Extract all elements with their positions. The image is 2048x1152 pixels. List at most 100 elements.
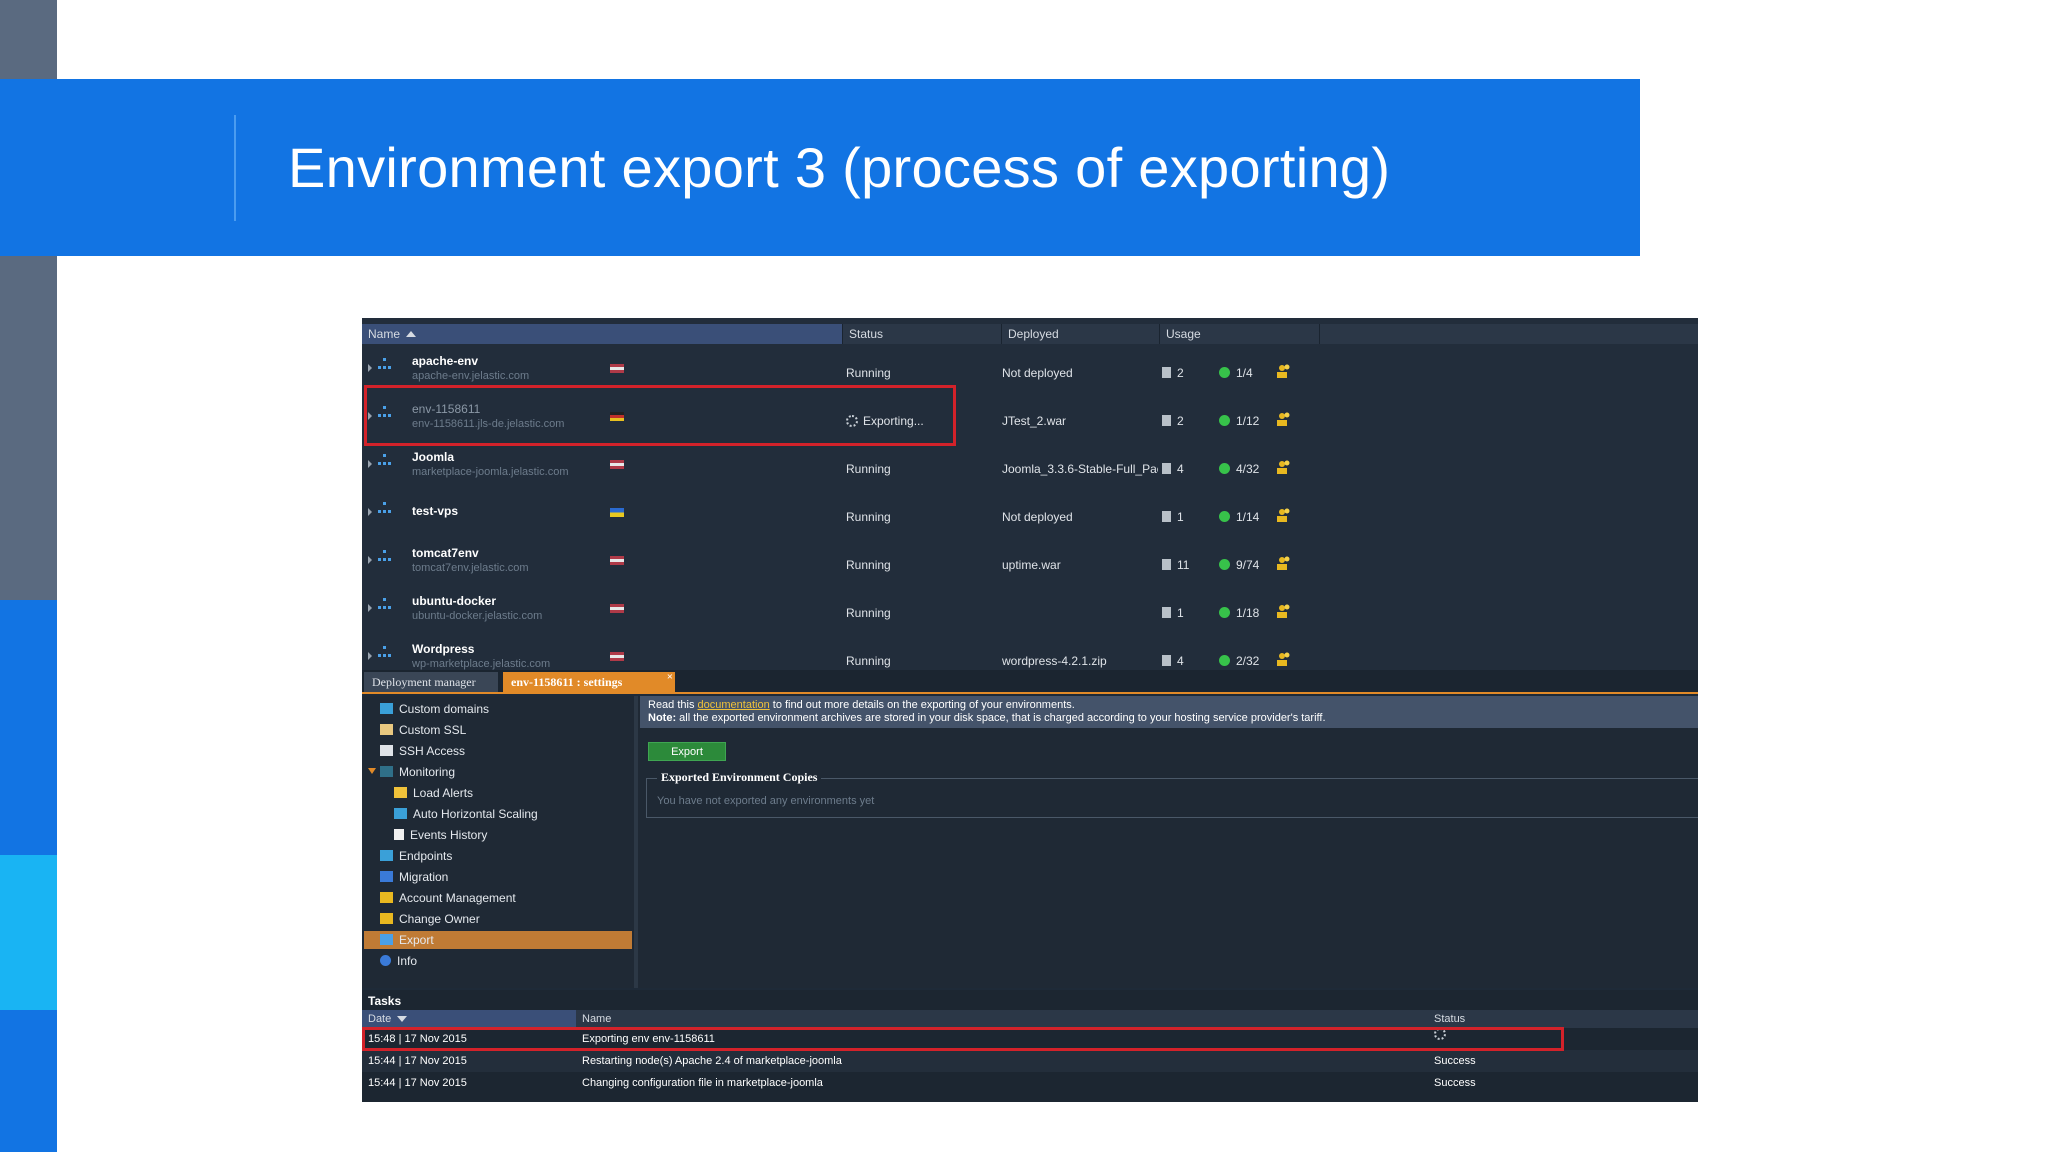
cloudlets-usage: 2	[1162, 414, 1184, 428]
column-header-task-name[interactable]: Name	[576, 1010, 1428, 1028]
tree-item-endpoints[interactable]: Endpoints	[380, 847, 452, 865]
tree-item-ssh-access[interactable]: SSH Access	[380, 742, 465, 760]
expand-icon[interactable]	[368, 508, 372, 516]
column-header-deployed[interactable]: Deployed	[1002, 324, 1160, 344]
tree-item-info[interactable]: Info	[380, 952, 417, 970]
document-icon	[394, 829, 404, 840]
environment-domain[interactable]: ubuntu-docker.jelastic.com	[412, 610, 542, 622]
us-flag-icon	[610, 604, 624, 613]
server-icon	[1162, 463, 1171, 474]
notice-line: Read this documentation to find out more…	[648, 699, 1075, 711]
users-icon[interactable]	[1276, 363, 1292, 379]
topology-icon	[378, 550, 392, 562]
title-banner: Environment export 3 (process of exporti…	[0, 79, 1640, 256]
tree-item-monitoring[interactable]: Monitoring	[368, 763, 455, 781]
us-flag-icon	[610, 460, 624, 469]
us-flag-icon	[610, 364, 624, 373]
task-row[interactable]: 15:44 | 17 Nov 2015 Changing configurati…	[362, 1072, 1698, 1094]
info-icon	[380, 955, 391, 966]
server-icon	[1162, 415, 1171, 426]
column-header-date[interactable]: Date	[362, 1010, 576, 1028]
environment-domain[interactable]: marketplace-joomla.jelastic.com	[412, 466, 569, 478]
export-button[interactable]: Export	[648, 742, 726, 761]
running-indicator-icon	[1219, 559, 1230, 570]
column-header-name[interactable]: Name	[362, 324, 843, 344]
nodes-usage: 1/18	[1219, 606, 1259, 620]
expand-icon[interactable]	[368, 604, 372, 612]
task-date: 15:44 | 17 Nov 2015	[368, 1055, 467, 1067]
environment-row[interactable]: ubuntu-docker ubuntu-docker.jelastic.com…	[362, 584, 1698, 632]
tree-item-account-management[interactable]: Account Management	[380, 889, 516, 907]
topology-icon	[378, 598, 392, 610]
environment-domain[interactable]: apache-env.jelastic.com	[412, 370, 529, 382]
ua-flag-icon	[610, 508, 624, 517]
deployed-app[interactable]: Joomla_3.3.6-Stable-Full_Pacl	[1002, 462, 1158, 476]
cloudlets-usage: 11	[1162, 558, 1189, 572]
environment-domain[interactable]: tomcat7env.jelastic.com	[412, 562, 529, 574]
column-header-task-status[interactable]: Status	[1428, 1010, 1698, 1028]
running-indicator-icon	[1219, 367, 1230, 378]
deployed-app[interactable]: JTest_2.war	[1002, 414, 1158, 428]
deployed-app[interactable]: Not deployed	[1002, 366, 1158, 380]
environment-name[interactable]: ubuntu-docker	[412, 594, 496, 608]
left-accent-strip	[0, 855, 57, 1010]
task-row[interactable]: 15:44 | 17 Nov 2015 Restarting node(s) A…	[362, 1050, 1698, 1072]
tree-item-export[interactable]: Export	[364, 931, 632, 949]
deployed-app[interactable]: wordpress-4.2.1.zip	[1002, 654, 1158, 668]
cloudlets-usage: 1	[1162, 606, 1184, 620]
deployed-app[interactable]: Not deployed	[1002, 510, 1158, 524]
topology-icon	[378, 502, 392, 514]
running-indicator-icon	[1219, 511, 1230, 522]
users-icon[interactable]	[1276, 555, 1292, 571]
deployed-app[interactable]: uptime.war	[1002, 558, 1158, 572]
users-icon[interactable]	[1276, 459, 1292, 475]
exported-copies-title: Exported Environment Copies	[657, 770, 822, 785]
environment-row[interactable]: tomcat7env tomcat7env.jelastic.com Runni…	[362, 536, 1698, 584]
task-status: Success	[1434, 1055, 1476, 1067]
tree-item-auto-horizontal-scaling[interactable]: Auto Horizontal Scaling	[394, 805, 538, 823]
users-icon[interactable]	[1276, 507, 1292, 523]
alert-icon	[394, 787, 407, 798]
expand-icon[interactable]	[368, 556, 372, 564]
column-header-status[interactable]: Status	[843, 324, 1002, 344]
expand-icon[interactable]	[368, 652, 372, 660]
environment-name[interactable]: Joomla	[412, 450, 454, 464]
environment-name[interactable]: tomcat7env	[412, 546, 479, 560]
environment-row[interactable]: Joomla marketplace-joomla.jelastic.com R…	[362, 440, 1698, 488]
column-header-usage[interactable]: Usage	[1160, 324, 1320, 344]
tree-item-migration[interactable]: Migration	[380, 868, 448, 886]
documentation-link[interactable]: documentation	[698, 699, 770, 711]
environment-domain[interactable]: wp-marketplace.jelastic.com	[412, 658, 550, 670]
cloudlets-usage: 4	[1162, 462, 1184, 476]
tree-item-change-owner[interactable]: Change Owner	[380, 910, 480, 928]
nodes-usage: 2/32	[1219, 654, 1259, 668]
tree-item-custom-ssl[interactable]: Custom SSL	[380, 721, 466, 739]
nodes-usage: 9/74	[1219, 558, 1259, 572]
users-icon[interactable]	[1276, 603, 1292, 619]
expand-icon[interactable]	[368, 364, 372, 372]
server-icon	[1162, 607, 1171, 618]
migration-icon	[380, 871, 393, 882]
tasks-header: Date Name Status	[362, 1010, 1698, 1028]
tree-item-custom-domains[interactable]: Custom domains	[380, 700, 489, 718]
tree-item-events-history[interactable]: Events History	[394, 826, 487, 844]
close-icon[interactable]: ×	[667, 667, 673, 687]
users-icon[interactable]	[1276, 411, 1292, 427]
tab-deployment-manager[interactable]: Deployment manager	[364, 672, 498, 692]
tree-item-load-alerts[interactable]: Load Alerts	[394, 784, 473, 802]
environment-row[interactable]: Wordpress wp-marketplace.jelastic.com Ru…	[362, 632, 1698, 670]
environments-grid: Name Status Deployed Usage apache-env ap…	[362, 318, 1698, 670]
environment-name[interactable]: test-vps	[412, 504, 458, 518]
expand-icon[interactable]	[368, 460, 372, 468]
slide: Environment export 3 (process of exporti…	[0, 0, 2048, 1152]
collapse-icon[interactable]	[368, 768, 376, 774]
environment-name[interactable]: Wordpress	[412, 642, 474, 656]
topology-icon	[378, 454, 392, 466]
exported-copies-fieldset: Exported Environment Copies You have not…	[646, 770, 1698, 818]
tab-settings[interactable]: env-1158611 : settings ×	[503, 671, 675, 692]
left-accent-strip	[0, 600, 57, 855]
environment-row[interactable]: test-vps Running Not deployed 1 1/14	[362, 488, 1698, 536]
environment-name[interactable]: apache-env	[412, 354, 478, 368]
server-icon	[1162, 655, 1171, 666]
users-icon[interactable]	[1276, 651, 1292, 667]
